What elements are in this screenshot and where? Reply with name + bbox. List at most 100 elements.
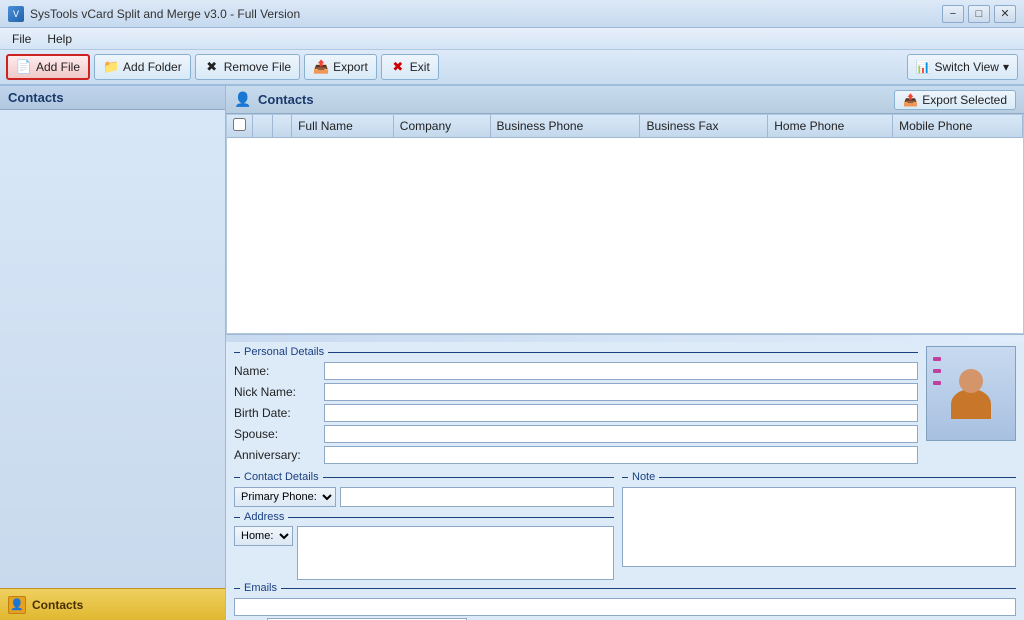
anniversary-row: Anniversary: <box>234 446 918 464</box>
menu-bar: File Help <box>0 28 1024 50</box>
export-selected-label: Export Selected <box>922 93 1007 107</box>
email-section: Emails <box>226 582 1024 616</box>
note-label: Note <box>622 471 1016 483</box>
horizontal-scrollbar[interactable] <box>226 334 1024 342</box>
exit-label: Exit <box>410 60 430 74</box>
avatar-head <box>959 369 983 393</box>
contacts-header-icon: 👤 <box>234 91 252 109</box>
address-textarea[interactable] <box>297 526 614 580</box>
col-homephone-header[interactable]: Home Phone <box>768 115 893 138</box>
content-header: 👤 Contacts 📤 Export Selected <box>226 86 1024 114</box>
menu-file[interactable]: File <box>4 30 39 48</box>
col-fullname-header[interactable]: Full Name <box>292 115 394 138</box>
bottom-section: Contact Details Primary Phone: Home Phon… <box>226 471 1024 580</box>
window-title: SysTools vCard Split and Merge v3.0 - Fu… <box>30 7 300 21</box>
address-section: Address Home: Work: Other: <box>234 511 614 580</box>
col-company-header[interactable]: Company <box>393 115 490 138</box>
restore-button[interactable]: □ <box>968 5 990 23</box>
sidebar-content <box>0 110 225 588</box>
contacts-table-container: Full Name Company Business Phone Busines… <box>226 114 1024 334</box>
emails-label: Emails <box>234 582 1016 594</box>
personal-details-label: Personal Details <box>234 346 918 358</box>
col-icon-header <box>253 115 273 138</box>
add-file-label: Add File <box>36 60 80 74</box>
contact-details-section: Contact Details Primary Phone: Home Phon… <box>234 471 614 580</box>
address-label: Address <box>234 511 614 523</box>
add-folder-icon: 📁 <box>103 59 119 75</box>
personal-details-left: Personal Details Name: Nick Name: Birth … <box>234 346 918 467</box>
anniversary-label: Anniversary: <box>234 448 324 462</box>
email-input[interactable] <box>234 598 1016 616</box>
sidebar-footer-label: Contacts <box>32 598 83 612</box>
spouse-label: Spouse: <box>234 427 324 441</box>
export-selected-icon: 📤 <box>903 93 918 107</box>
contact-details-label: Contact Details <box>234 471 614 483</box>
switch-view-label: Switch View <box>934 60 998 74</box>
address-row: Home: Work: Other: <box>234 526 614 580</box>
switch-view-icon: 📊 <box>916 60 931 74</box>
spouse-row: Spouse: <box>234 425 918 443</box>
switch-view-arrow: ▾ <box>1003 60 1009 74</box>
add-file-icon: 📄 <box>16 59 32 75</box>
sidebar-footer[interactable]: 👤 Contacts <box>0 588 225 620</box>
col-businessphone-header[interactable]: Business Phone <box>490 115 640 138</box>
avatar-figure <box>951 369 991 419</box>
phone-value-input[interactable] <box>340 487 614 507</box>
col-checkbox-header[interactable] <box>227 115 253 138</box>
nickname-input[interactable] <box>324 383 918 401</box>
select-all-checkbox[interactable] <box>233 118 246 131</box>
remove-file-label: Remove File <box>224 60 291 74</box>
sidebar: Contacts 👤 Contacts <box>0 86 226 620</box>
add-folder-button[interactable]: 📁 Add Folder <box>94 54 191 80</box>
avatar-card-lines <box>933 357 953 417</box>
sidebar-header: Contacts <box>0 86 225 110</box>
main-layout: Contacts 👤 Contacts 👤 Contacts 📤 Export … <box>0 86 1024 620</box>
nickname-label: Nick Name: <box>234 385 324 399</box>
toolbar: 📄 Add File 📁 Add Folder ✖ Remove File 📤 … <box>0 50 1024 86</box>
details-section: Personal Details Name: Nick Name: Birth … <box>226 342 1024 620</box>
contact-avatar <box>926 346 1016 441</box>
title-bar: V SysTools vCard Split and Merge v3.0 - … <box>0 0 1024 28</box>
switch-view-button[interactable]: 📊 Switch View ▾ <box>907 54 1018 80</box>
remove-file-icon: ✖ <box>204 59 220 75</box>
phone-row: Primary Phone: Home Phone: Work Phone: M… <box>234 487 614 507</box>
exit-icon: ✖ <box>390 59 406 75</box>
col-businessfax-header[interactable]: Business Fax <box>640 115 768 138</box>
content-header-left: 👤 Contacts <box>234 91 314 109</box>
add-folder-label: Add Folder <box>123 60 182 74</box>
export-label: Export <box>333 60 368 74</box>
add-file-button[interactable]: 📄 Add File <box>6 54 90 80</box>
col-mobilephone-header[interactable]: Mobile Phone <box>893 115 1023 138</box>
name-row: Name: <box>234 362 918 380</box>
export-icon: 📤 <box>313 59 329 75</box>
avatar-body <box>951 389 991 419</box>
name-input[interactable] <box>324 362 918 380</box>
export-button[interactable]: 📤 Export <box>304 54 377 80</box>
spouse-input[interactable] <box>324 425 918 443</box>
sidebar-footer-icon: 👤 <box>8 596 26 614</box>
note-section: Note <box>622 471 1016 580</box>
title-controls: − □ ✕ <box>942 5 1016 23</box>
export-selected-button[interactable]: 📤 Export Selected <box>894 90 1016 110</box>
phone-type-select[interactable]: Primary Phone: Home Phone: Work Phone: M… <box>234 487 336 507</box>
nickname-row: Nick Name: <box>234 383 918 401</box>
col-icon2-header <box>272 115 292 138</box>
name-label: Name: <box>234 364 324 378</box>
note-textarea[interactable] <box>622 487 1016 567</box>
toolbar-right: 📊 Switch View ▾ <box>907 54 1018 80</box>
content-panel: 👤 Contacts 📤 Export Selected Full Name C… <box>226 86 1024 620</box>
birthdate-label: Birth Date: <box>234 406 324 420</box>
remove-file-button[interactable]: ✖ Remove File <box>195 54 300 80</box>
title-bar-left: V SysTools vCard Split and Merge v3.0 - … <box>8 6 300 22</box>
minimize-button[interactable]: − <box>942 5 964 23</box>
birthdate-input[interactable] <box>324 404 918 422</box>
address-type-select[interactable]: Home: Work: Other: <box>234 526 293 546</box>
anniversary-input[interactable] <box>324 446 918 464</box>
contacts-header-title: Contacts <box>258 92 314 107</box>
contacts-table: Full Name Company Business Phone Busines… <box>227 115 1023 138</box>
exit-button[interactable]: ✖ Exit <box>381 54 439 80</box>
app-icon: V <box>8 6 24 22</box>
close-button[interactable]: ✕ <box>994 5 1016 23</box>
menu-help[interactable]: Help <box>39 30 80 48</box>
personal-details: Personal Details Name: Nick Name: Birth … <box>226 346 1024 471</box>
